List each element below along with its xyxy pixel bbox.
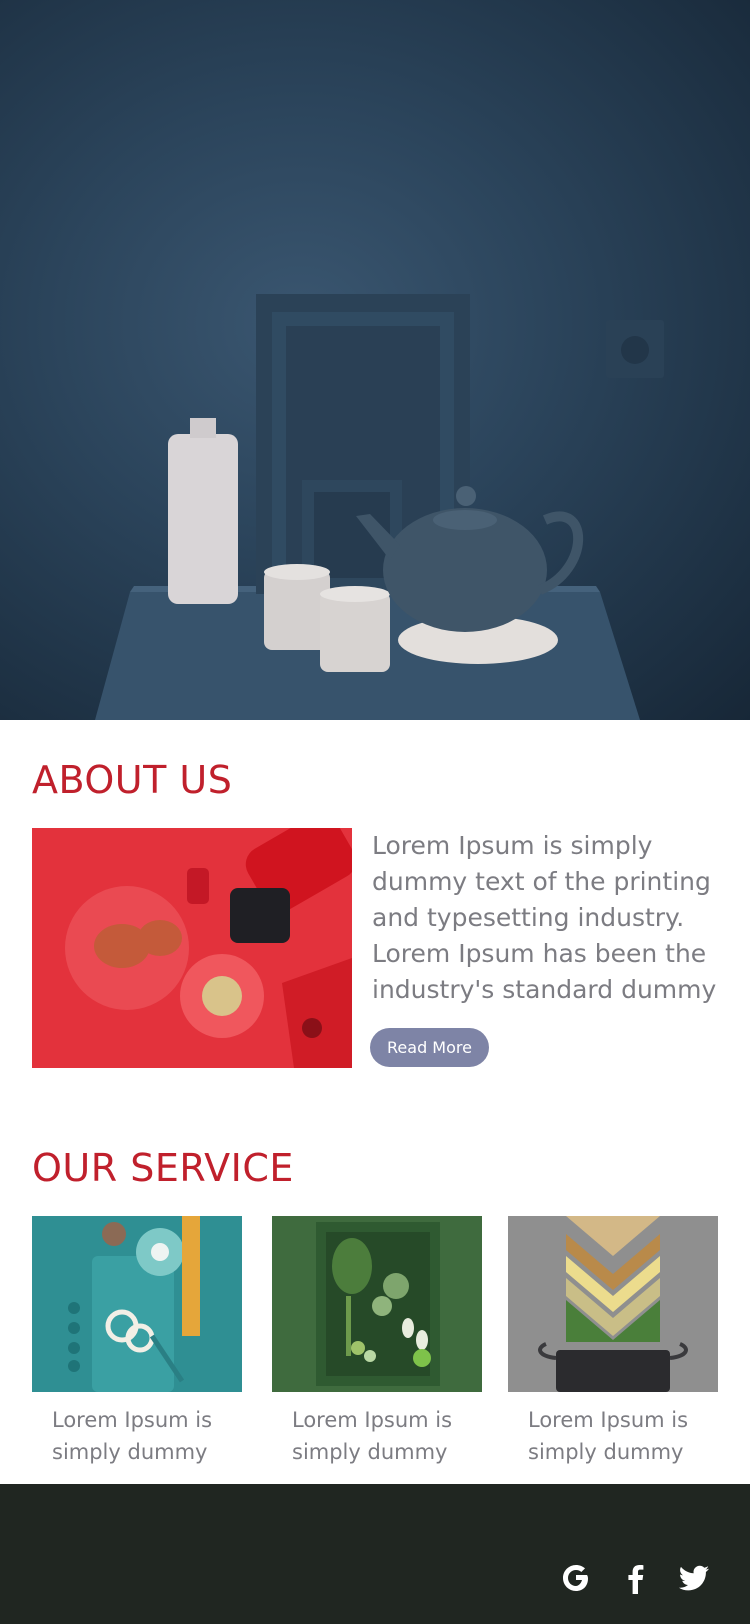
service-card[interactable]: Lorem Ipsum is simply dummy	[508, 1216, 718, 1468]
hero-image	[0, 0, 750, 720]
service-caption: Lorem Ipsum is simply dummy	[52, 1408, 213, 1464]
google-icon[interactable]	[558, 1560, 594, 1596]
service-image	[272, 1216, 482, 1392]
facebook-icon[interactable]	[618, 1560, 654, 1596]
service-title: OUR SERVICE	[32, 1146, 294, 1190]
footer	[0, 1484, 750, 1624]
read-more-button[interactable]: Read More	[370, 1028, 489, 1067]
service-image	[508, 1216, 718, 1392]
about-body-text: Lorem Ipsum is simply dummy text of the …	[372, 831, 717, 1004]
twitter-icon[interactable]	[676, 1560, 712, 1596]
about-title: ABOUT US	[32, 758, 233, 802]
service-caption: Lorem Ipsum is simply dummy	[528, 1408, 689, 1464]
service-card[interactable]: Lorem Ipsum is simply dummy	[272, 1216, 482, 1468]
service-image	[32, 1216, 242, 1392]
about-image	[32, 828, 352, 1068]
service-caption: Lorem Ipsum is simply dummy	[292, 1408, 453, 1464]
service-card[interactable]: Lorem Ipsum is simply dummy	[32, 1216, 242, 1468]
